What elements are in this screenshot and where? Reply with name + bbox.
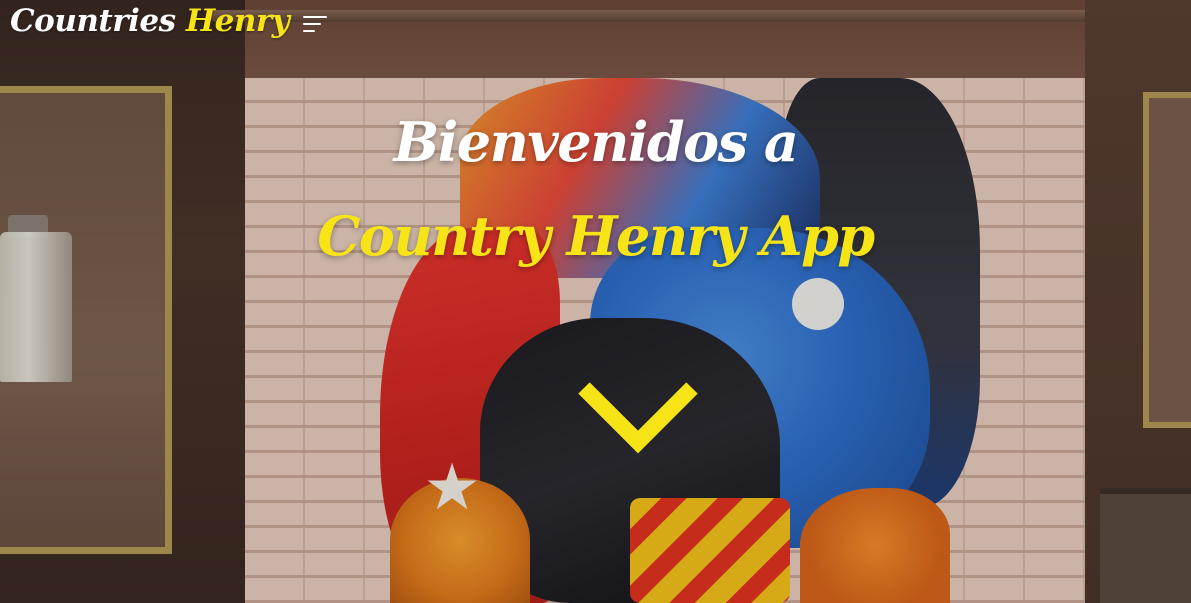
brand-logo[interactable]: Countries Henry <box>10 3 290 39</box>
background-overlay <box>0 0 1191 603</box>
chevron-down-icon <box>578 382 698 454</box>
hero-subtitle: Country Henry App <box>317 204 875 268</box>
scroll-down-button[interactable] <box>576 376 700 458</box>
menu-bar <box>303 30 315 32</box>
brand-accent: Henry <box>185 3 290 39</box>
brand-primary: Countries <box>10 3 176 39</box>
background-image: ★ <box>0 0 1191 603</box>
hamburger-menu-icon[interactable] <box>300 13 330 35</box>
menu-bar <box>303 16 327 18</box>
menu-bar <box>303 23 321 25</box>
hero-title: Bienvenidos a <box>393 110 799 174</box>
navbar: Countries Henry <box>0 0 1191 52</box>
